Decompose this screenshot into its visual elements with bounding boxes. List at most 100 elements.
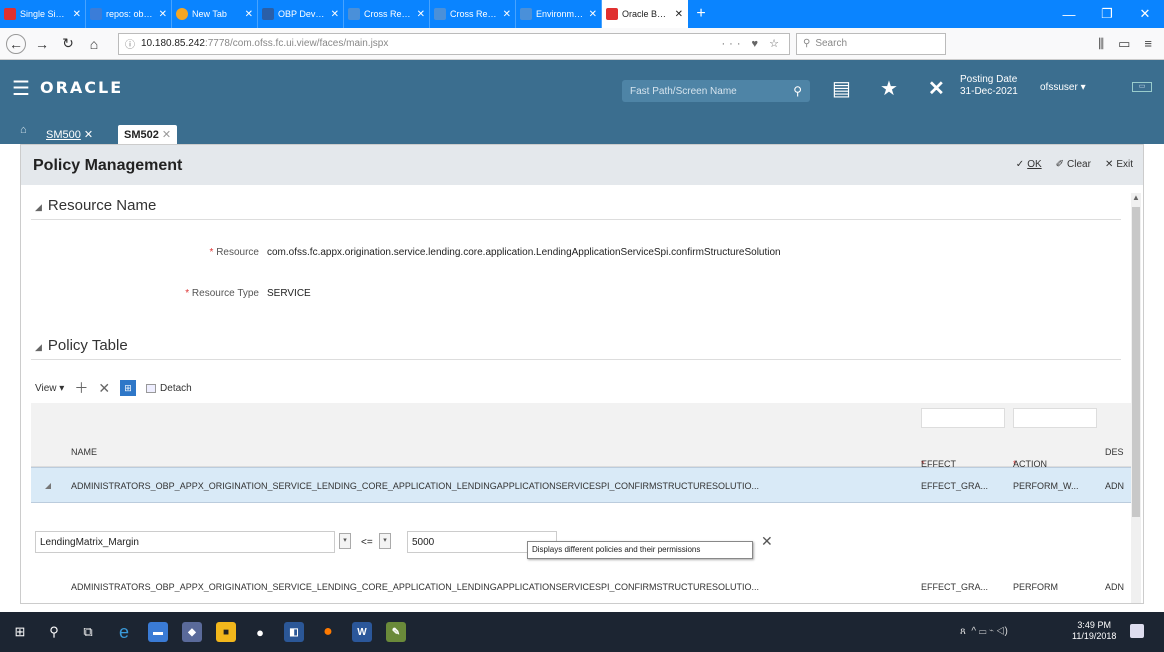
task-view-icon[interactable]: ⧉ bbox=[78, 622, 98, 642]
add-row-icon[interactable]: ＋ bbox=[74, 378, 88, 398]
url-bar[interactable]: ⓘ 10.180.85.242:7778/com.ofss.fc.ui.view… bbox=[118, 32, 790, 55]
collapse-row-icon[interactable]: ◢ bbox=[45, 481, 51, 490]
minimize-icon[interactable]: — bbox=[1050, 0, 1088, 28]
close-window-icon[interactable]: ✕ bbox=[1126, 0, 1164, 28]
system-tray-icons[interactable]: ጸ ^ ▭ ⌁ ◁) bbox=[960, 626, 1008, 637]
close-icon[interactable]: ✕ bbox=[245, 9, 253, 20]
browser-tab[interactable]: New Tab ✕ bbox=[172, 0, 258, 28]
forward-arrow-icon[interactable]: → bbox=[32, 34, 52, 54]
settings-icon[interactable]: ● bbox=[250, 622, 270, 642]
close-icon[interactable]: ✕ bbox=[162, 128, 171, 141]
new-tab-button[interactable]: + bbox=[688, 0, 714, 28]
policy-table-section-header[interactable]: ◢ Policy Table bbox=[35, 337, 128, 354]
browser-tab[interactable]: Cross Reference✕ bbox=[344, 0, 430, 28]
user-name: ofssuser bbox=[1040, 82, 1078, 93]
chevron-down-icon[interactable]: ▾ bbox=[339, 533, 351, 549]
column-header-name[interactable]: NAME bbox=[71, 447, 97, 457]
back-arrow-icon[interactable]: ← bbox=[6, 33, 26, 54]
remove-condition-icon[interactable]: ✕ bbox=[761, 533, 773, 550]
sticky-notes-icon[interactable]: ■ bbox=[216, 622, 236, 642]
close-icon[interactable]: ✕ bbox=[331, 9, 339, 20]
exit-button[interactable]: ✕ Exit bbox=[1105, 159, 1133, 170]
close-icon[interactable]: ✕ bbox=[503, 9, 511, 20]
collapse-triangle-icon[interactable]: ◢ bbox=[35, 342, 42, 352]
info-icon[interactable]: ⓘ bbox=[125, 36, 135, 51]
user-menu[interactable]: ofssuser ▾ bbox=[1040, 82, 1086, 93]
resource-type-label: * Resource Type bbox=[185, 288, 259, 299]
close-icon[interactable]: ✕ bbox=[84, 128, 93, 141]
word-icon[interactable]: W bbox=[352, 622, 372, 642]
url-path: :7778/com.ofss.fc.ui.view/faces/main.jsp… bbox=[204, 38, 389, 49]
browser-tab[interactable]: Single Sign On✕ bbox=[0, 0, 86, 28]
browser-tab[interactable]: repos: obpsh/...✕ bbox=[86, 0, 172, 28]
scroll-up-icon[interactable]: ▲ bbox=[1131, 193, 1141, 202]
resource-value: com.ofss.fc.appx.origination.service.len… bbox=[267, 247, 781, 258]
firefox-icon[interactable]: ● bbox=[318, 622, 338, 642]
taskbar-clock[interactable]: 3:49 PM 11/19/2018 bbox=[1072, 620, 1116, 642]
page-title: Policy Management bbox=[33, 157, 183, 174]
close-icon[interactable]: ✕ bbox=[675, 9, 683, 20]
chevron-down-icon[interactable]: ▾ bbox=[379, 533, 391, 549]
notification-icon[interactable] bbox=[1130, 624, 1144, 638]
table-row[interactable]: ADMINISTRATORS_OBP_APPX_ORIGINATION_SERV… bbox=[31, 569, 1131, 605]
column-header-description[interactable]: DES bbox=[1105, 447, 1124, 457]
search-icon[interactable]: ⚲ bbox=[793, 84, 802, 98]
view-menu[interactable]: View ▾ bbox=[35, 383, 64, 394]
app-icon[interactable]: ◧ bbox=[284, 622, 304, 642]
document-icon[interactable]: ▤ bbox=[832, 76, 851, 101]
tooltip: Displays different policies and their pe… bbox=[527, 541, 753, 559]
tab-sm500[interactable]: SM500 ✕ bbox=[40, 125, 99, 144]
action-filter-input[interactable] bbox=[1013, 408, 1097, 428]
scrollbar-thumb[interactable] bbox=[1132, 207, 1140, 517]
sidebar-icon[interactable]: ▭ bbox=[1118, 36, 1130, 52]
delete-row-icon[interactable]: ✕ bbox=[98, 380, 110, 397]
detach-button[interactable]: Detach bbox=[146, 383, 192, 394]
app-icon[interactable]: ◆ bbox=[182, 622, 202, 642]
condition-attribute-select[interactable]: LendingMatrix_Margin bbox=[35, 531, 335, 553]
hamburger-menu-icon[interactable]: ☰ bbox=[12, 76, 30, 101]
resource-type-value: SERVICE bbox=[267, 288, 311, 299]
policy-action: PERFORM bbox=[1013, 582, 1058, 592]
resource-label: * Resource bbox=[209, 247, 259, 258]
close-icon[interactable]: ✕ bbox=[589, 9, 597, 20]
tab-sm502[interactable]: SM502 ✕ bbox=[118, 125, 178, 144]
fast-path-input[interactable]: Fast Path/Screen Name ⚲ bbox=[622, 80, 810, 102]
file-explorer-icon[interactable]: ▬ bbox=[148, 622, 168, 642]
close-icon[interactable]: ✕ bbox=[73, 9, 81, 20]
eraser-icon: ✐ bbox=[1055, 159, 1065, 170]
search-icon[interactable]: ⚲ bbox=[44, 622, 64, 642]
library-icon[interactable]: ⫼ bbox=[1098, 36, 1104, 52]
notepad-icon[interactable]: ✎ bbox=[386, 622, 406, 642]
policy-effect: EFFECT_GRA... bbox=[921, 481, 989, 491]
clear-button[interactable]: ✐ Clear bbox=[1056, 159, 1091, 170]
app-tabs: ⌂ SM500 ✕ SM502 ✕ bbox=[0, 116, 1164, 144]
windows-start-icon[interactable]: ⊞ bbox=[10, 622, 30, 642]
home-icon[interactable]: ⌂ bbox=[84, 34, 104, 54]
maximize-icon[interactable]: ❐ bbox=[1088, 0, 1126, 28]
reload-icon[interactable]: ↻ bbox=[58, 34, 78, 54]
menu-icon[interactable]: ≡ bbox=[1144, 36, 1152, 52]
edge-browser-icon[interactable]: e bbox=[114, 622, 134, 642]
site-favicon-icon bbox=[434, 8, 446, 20]
user-badge-icon[interactable]: ▭ bbox=[1132, 82, 1152, 92]
browser-tab[interactable]: Environment ✕ bbox=[516, 0, 602, 28]
condition-operator-select[interactable]: <= bbox=[357, 531, 397, 553]
page-actions-icon[interactable]: ··· ♥ ☆ bbox=[722, 37, 784, 50]
vertical-scrollbar[interactable]: ▲ bbox=[1131, 193, 1141, 603]
close-icon[interactable]: ✕ bbox=[159, 9, 167, 20]
browser-tab[interactable]: OBP DevOps - Your✕ bbox=[258, 0, 344, 28]
clock-time: 3:49 PM bbox=[1077, 620, 1111, 630]
browser-tab[interactable]: Cross Reference✕ bbox=[430, 0, 516, 28]
query-filter-icon[interactable]: ⊞ bbox=[120, 380, 137, 396]
table-row[interactable]: ◢ ADMINISTRATORS_OBP_APPX_ORIGINATION_SE… bbox=[31, 467, 1131, 503]
effect-filter-input[interactable] bbox=[921, 408, 1005, 428]
browser-tab-active[interactable]: Oracle Banking✕ bbox=[602, 0, 688, 28]
ok-button[interactable]: ✓ OK bbox=[1016, 159, 1042, 170]
resource-name-section-header[interactable]: ◢ Resource Name bbox=[35, 197, 156, 214]
home-icon[interactable]: ⌂ bbox=[20, 124, 27, 136]
browser-search-input[interactable]: ⚲ Search bbox=[796, 32, 946, 55]
close-icon[interactable]: ✕ bbox=[417, 9, 425, 20]
favorites-star-icon[interactable]: ★ bbox=[880, 76, 898, 101]
collapse-triangle-icon[interactable]: ◢ bbox=[35, 202, 42, 212]
close-icon[interactable]: ✕ bbox=[928, 76, 945, 101]
